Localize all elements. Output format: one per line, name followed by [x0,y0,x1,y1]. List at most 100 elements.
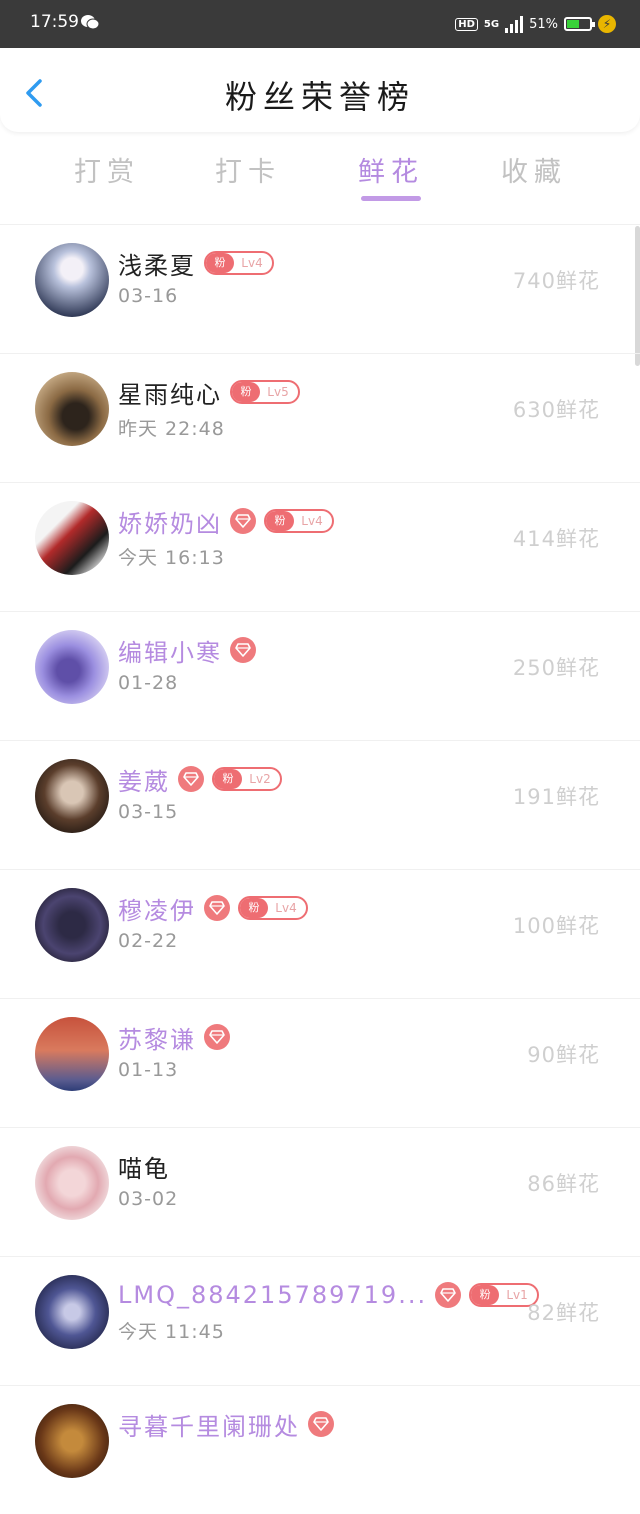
user-name[interactable]: 娇娇奶凶 [118,504,222,539]
flower-count: 630鲜花 [512,398,600,422]
fan-badge-label: 粉 [206,253,234,273]
name-line: 寻暮千里阑珊处 [118,1407,334,1442]
list-item[interactable]: 苏黎谦 01-13 90鲜花 [0,998,640,1127]
avatar[interactable] [35,501,109,575]
network-label: 5G [483,18,500,30]
diamond-icon [435,1282,462,1308]
fan-level-badge: 粉 Lv2 [212,767,282,791]
diamond-icon [204,895,230,921]
gift-date: 03-15 [118,801,179,823]
diamond-icon [230,508,256,534]
active-tab-indicator [361,196,421,201]
level-label: Lv4 [275,901,297,915]
user-name[interactable]: 喵龟 [118,1149,170,1184]
fan-badge-label: 粉 [232,382,260,402]
user-name[interactable]: 浅柔夏 [118,246,196,281]
status-time: 17:59 [30,12,79,32]
flower-count: 82鲜花 [527,1301,600,1325]
avatar[interactable] [35,1404,109,1478]
user-name[interactable]: 穆凌伊 [118,891,196,926]
avatar[interactable] [35,372,109,446]
tab-favorites[interactable]: 收藏 [474,150,594,189]
name-line: LMQ_884215789719... 粉 Lv1 [118,1279,540,1311]
list-item[interactable]: 浅柔夏粉 Lv4 03-16 740鲜花 [0,224,640,353]
level-label: Lv2 [249,772,271,786]
tab-tips[interactable]: 打赏 [47,150,167,189]
avatar[interactable] [35,1275,109,1349]
list-item[interactable]: 穆凌伊 粉 Lv4 02-22 100鲜花 [0,869,640,998]
wechat-icon [81,15,100,30]
name-line: 穆凌伊 粉 Lv4 [118,891,308,926]
flower-count: 250鲜花 [512,656,600,680]
flower-count: 100鲜花 [512,914,600,938]
page-title: 粉丝荣誉榜 [224,78,415,116]
name-line: 喵龟 [118,1149,170,1184]
level-label: Lv5 [267,385,289,399]
flower-count: 740鲜花 [512,269,600,293]
tab-bar: 打赏 打卡 鲜花 收藏 [0,132,640,222]
tab-flowers[interactable]: 鲜花 [331,150,451,189]
gift-date: 01-28 [118,672,179,694]
user-name[interactable]: 编辑小寒 [118,633,222,668]
user-name[interactable]: LMQ_884215789719... [118,1281,427,1309]
fan-level-badge: 粉 Lv4 [238,896,308,920]
signal-icon [505,15,524,33]
list-item[interactable]: 姜葳 粉 Lv2 03-15 191鲜花 [0,740,640,869]
gift-date: 03-02 [118,1188,179,1210]
avatar[interactable] [35,1017,109,1091]
flower-count: 191鲜花 [512,785,600,809]
name-line: 姜葳 粉 Lv2 [118,762,282,797]
gift-date: 03-16 [118,285,179,307]
list-item[interactable]: 娇娇奶凶 粉 Lv4 今天 16:13 414鲜花 [0,482,640,611]
hd-icon: HD [455,17,478,31]
list-item[interactable]: LMQ_884215789719... 粉 Lv1 今天 11:45 82鲜花 [0,1256,640,1385]
list-item[interactable]: 星雨纯心粉 Lv5 昨天 22:48 630鲜花 [0,353,640,482]
list-item[interactable]: 编辑小寒 01-28 250鲜花 [0,611,640,740]
user-name[interactable]: 苏黎谦 [118,1020,196,1055]
battery-percent: 51% [529,16,558,32]
name-line: 编辑小寒 [118,633,256,668]
diamond-icon [178,766,204,792]
diamond-icon [230,637,256,663]
gift-date: 02-22 [118,930,179,952]
list-item[interactable]: 喵龟 03-02 86鲜花 [0,1127,640,1256]
avatar[interactable] [35,243,109,317]
gift-date: 今天 11:45 [118,1321,225,1343]
charging-icon: ⚡ [598,15,616,33]
fan-level-badge: 粉 Lv4 [264,509,334,533]
fan-badge-label: 粉 [214,769,242,789]
flower-count: 90鲜花 [527,1043,600,1067]
fan-level-badge: 粉 Lv4 [204,251,274,275]
name-line: 娇娇奶凶 粉 Lv4 [118,504,334,539]
avatar[interactable] [35,1146,109,1220]
user-name[interactable]: 寻暮千里阑珊处 [118,1407,300,1442]
gift-date: 今天 16:13 [118,547,225,569]
name-line: 星雨纯心粉 Lv5 [118,375,300,410]
fan-level-badge: 粉 Lv5 [230,380,300,404]
flower-count: 414鲜花 [512,527,600,551]
level-label: Lv4 [241,256,263,270]
page-header: 粉丝荣誉榜 [0,48,640,132]
avatar[interactable] [35,759,109,833]
diamond-icon [204,1024,230,1050]
name-line: 苏黎谦 [118,1020,230,1055]
gift-date: 昨天 22:48 [118,418,225,440]
user-name[interactable]: 姜葳 [118,762,170,797]
status-bar: 17:59 HD 5G 51% ⚡ [0,0,640,48]
user-name[interactable]: 星雨纯心 [118,375,222,410]
status-indicators: HD 5G 51% ⚡ [455,12,616,36]
fan-badge-label: 粉 [471,1285,500,1305]
level-label: Lv4 [301,514,323,528]
list-item[interactable]: 寻暮千里阑珊处 [0,1385,640,1514]
tab-checkin[interactable]: 打卡 [188,150,308,189]
avatar[interactable] [35,630,109,704]
battery-icon [564,17,595,31]
avatar[interactable] [35,888,109,962]
name-line: 浅柔夏粉 Lv4 [118,246,274,281]
fan-ranking-list: 浅柔夏粉 Lv4 03-16 740鲜花 星雨纯心粉 Lv5 昨天 22:48 630鲜花 娇娇… [0,224,640,1514]
diamond-icon [308,1411,334,1437]
gift-date: 01-13 [118,1059,179,1081]
fan-badge-label: 粉 [266,511,294,531]
flower-count: 86鲜花 [527,1172,600,1196]
fan-badge-label: 粉 [240,898,268,918]
